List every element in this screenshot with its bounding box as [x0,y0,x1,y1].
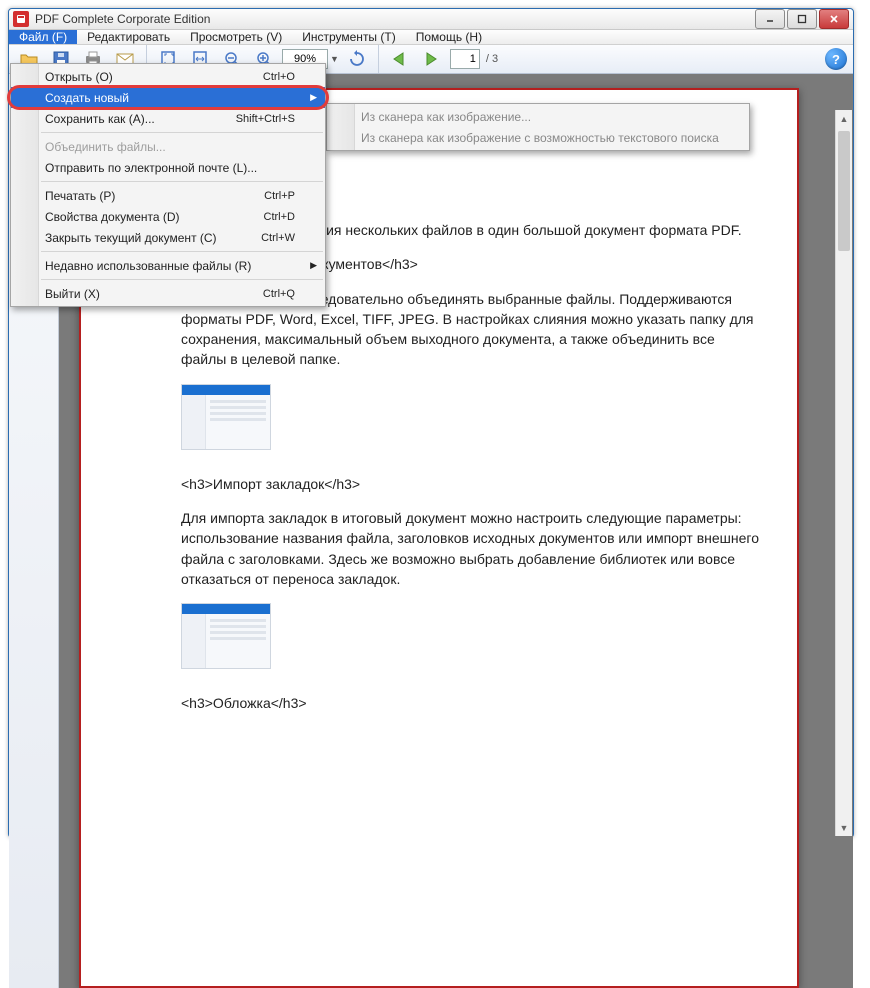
menu-shortcut: Shift+Ctrl+S [236,113,295,125]
file-menu-item[interactable]: Создать новый ▶ [11,87,325,108]
submenu-arrow-icon: ▶ [310,92,317,103]
menu-shortcut: Ctrl+Q [263,288,295,300]
create-new-submenu: Из сканера как изображение... Из сканера… [326,103,750,151]
menu-item-label: Недавно использованные файлы (R) [45,259,251,273]
chevron-down-icon[interactable]: ▼ [330,54,339,64]
menu-item-label: Печатать (P) [45,189,115,203]
menu-shortcut: Ctrl+W [261,232,295,244]
doc-text: Для импорта закладок в итоговый документ… [181,508,761,589]
file-dropdown: Открыть (O) Ctrl+O Создать новый ▶ Сохранить… [10,63,326,307]
menu-item-label: Свойства документа (D) [45,210,180,224]
menu-item-label: Объединить файлы... [45,140,166,154]
menu-separator [41,251,323,252]
scroll-up-icon[interactable]: ▲ [836,110,852,127]
file-menu-item[interactable]: Свойства документа (D) Ctrl+D [11,206,325,227]
help-icon[interactable]: ? [825,48,847,70]
file-menu-item[interactable]: Недавно использованные файлы (R) ▶ [11,255,325,276]
app-icon [13,11,29,27]
scroll-thumb[interactable] [838,131,850,251]
toolbar-sep [378,45,379,73]
file-menu-item[interactable]: Выйти (X) Ctrl+Q [11,283,325,304]
rotate-icon[interactable] [343,45,371,73]
menu-item-label: Отправить по электронной почте (L)... [45,161,257,175]
screenshot-thumb [181,384,271,450]
menu-file[interactable]: Файл (F) [9,30,77,44]
menu-shortcut: Ctrl+D [264,211,295,223]
submenu-item-scanner-image[interactable]: Из сканера как изображение... [327,106,749,127]
next-page-icon[interactable] [418,45,446,73]
scroll-track[interactable] [836,127,852,819]
menu-item-label: Открыть (O) [45,70,113,84]
file-menu-item[interactable]: Открыть (O) Ctrl+O [11,66,325,87]
menu-item-label: Создать новый [45,91,129,105]
close-button[interactable] [819,9,849,29]
submenu-arrow-icon: ▶ [310,260,317,271]
menu-view[interactable]: Просмотреть (V) [180,30,292,44]
menu-separator [41,181,323,182]
doc-heading: <h3>Импорт закладок</h3> [181,474,761,494]
menu-separator [41,132,323,133]
page-number-input[interactable] [450,49,480,69]
submenu-item-scanner-searchable[interactable]: Из сканера как изображение с возможность… [327,127,749,148]
screenshot-thumb [181,603,271,669]
titlebar: PDF Complete Corporate Edition [9,9,853,30]
window-title: PDF Complete Corporate Edition [35,12,755,26]
menu-edit[interactable]: Редактировать [77,30,180,44]
vertical-scrollbar[interactable]: ▲ ▼ [835,110,852,836]
file-menu-item: Объединить файлы... [11,136,325,157]
file-menu-item[interactable]: Печатать (P) Ctrl+P [11,185,325,206]
menu-tools[interactable]: Инструменты (T) [292,30,405,44]
window-controls [755,9,849,29]
menu-help[interactable]: Помощь (H) [406,30,492,44]
app-window: PDF Complete Corporate Edition Файл (F) … [8,8,854,838]
doc-heading: <h3>Обложка</h3> [181,693,761,713]
page-total-label: / 3 [486,53,498,65]
menu-item-label: Сохранить как (A)... [45,112,155,126]
scroll-down-icon[interactable]: ▼ [836,819,852,836]
file-menu-item[interactable]: Сохранить как (A)... Shift+Ctrl+S [11,108,325,129]
menu-item-label: Выйти (X) [45,287,100,301]
menu-item-label: Закрыть текущий документ (C) [45,231,217,245]
minimize-button[interactable] [755,9,785,29]
file-menu-item[interactable]: Отправить по электронной почте (L)... [11,157,325,178]
menu-shortcut: Ctrl+P [264,190,295,202]
menubar: Файл (F) Редактировать Просмотреть (V) И… [9,30,853,45]
maximize-button[interactable] [787,9,817,29]
prev-page-icon[interactable] [386,45,414,73]
menu-shortcut: Ctrl+O [263,71,295,83]
menu-separator [41,279,323,280]
file-menu-item[interactable]: Закрыть текущий документ (C) Ctrl+W [11,227,325,248]
